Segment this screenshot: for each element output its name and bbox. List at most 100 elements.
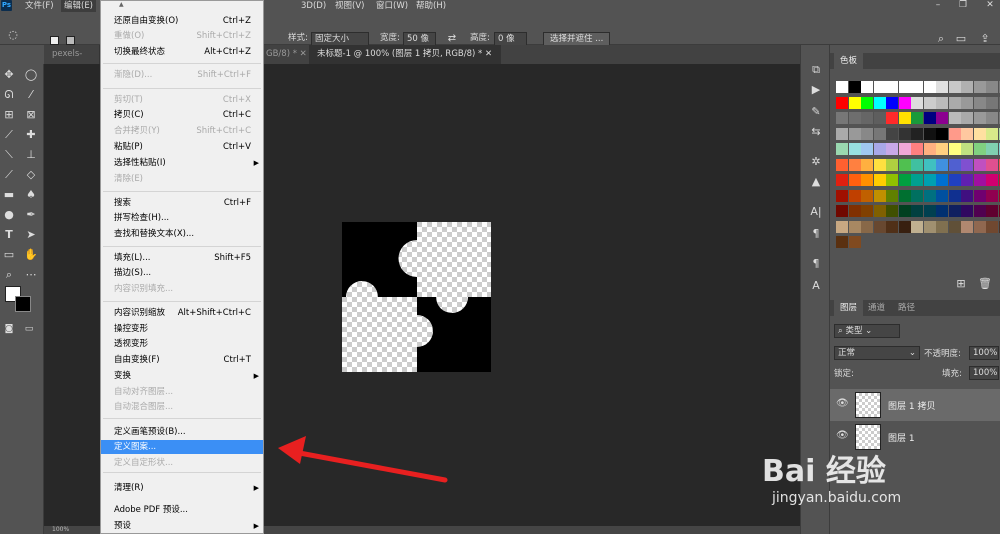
color-swatch[interactable] [936, 205, 948, 217]
color-swatch[interactable] [911, 96, 923, 109]
color-swatch[interactable] [886, 174, 898, 186]
menu-item[interactable]: 清理(R) ▶ [101, 481, 263, 495]
character-style-icon[interactable]: A [809, 279, 823, 293]
color-swatch[interactable] [973, 158, 986, 171]
color-swatch[interactable] [861, 112, 873, 124]
color-swatch[interactable] [936, 189, 948, 202]
menu-item[interactable]: 还原自由变换(O) Ctrl+Z [101, 14, 263, 28]
minimize-button[interactable]: – [930, 0, 946, 12]
color-swatch[interactable] [898, 220, 911, 233]
color-swatch[interactable] [948, 205, 961, 217]
quick-select-icon[interactable]: ⁄ [24, 88, 38, 102]
color-swatch[interactable] [986, 174, 998, 186]
fill-field[interactable]: 100% [969, 366, 999, 380]
crop-tool-icon[interactable]: ⊞ [2, 108, 16, 122]
color-swatch[interactable] [936, 220, 948, 233]
color-swatch[interactable] [911, 174, 923, 186]
menu-item[interactable]: 查找和替换文本(X)... [101, 227, 263, 241]
clone-stamp-icon[interactable]: ⊥ [24, 148, 38, 162]
color-swatch[interactable] [923, 205, 936, 217]
add-selection-icon[interactable] [66, 36, 75, 45]
color-swatch[interactable] [848, 96, 861, 109]
delete-swatch-icon[interactable]: 🗑 [978, 277, 992, 291]
color-swatch[interactable] [873, 174, 886, 186]
color-swatch[interactable] [886, 96, 898, 109]
color-swatch[interactable] [836, 189, 848, 202]
color-swatch[interactable] [923, 189, 936, 202]
color-swatch[interactable] [873, 112, 886, 124]
actions-panel-icon[interactable]: ▶ [809, 83, 823, 97]
color-swatch[interactable] [911, 189, 923, 202]
color-swatch[interactable] [986, 189, 998, 202]
eraser-icon[interactable]: ◇ [24, 168, 38, 182]
color-swatch[interactable] [873, 220, 886, 233]
color-swatch[interactable] [948, 158, 961, 171]
menu-item[interactable]: 自由变换(F) Ctrl+T [101, 353, 263, 367]
menu-window[interactable]: 窗口(W) [373, 0, 411, 12]
tab-second-doc[interactable]: GB/8) * ✕ [258, 45, 316, 64]
color-swatch[interactable] [961, 158, 973, 171]
color-swatch[interactable] [873, 205, 886, 217]
menu-item[interactable]: 切换最终状态 Alt+Ctrl+Z [101, 45, 263, 59]
visibility-eye-icon[interactable]: 👁 [836, 430, 849, 441]
color-swatch[interactable] [848, 143, 861, 155]
color-swatch[interactable] [911, 220, 923, 233]
color-swatch[interactable] [973, 127, 986, 140]
color-swatch[interactable] [873, 96, 886, 109]
color-swatch[interactable] [986, 220, 998, 233]
menu-file[interactable]: 文件(F) [22, 0, 57, 12]
tab-layers[interactable]: 图层 [834, 300, 864, 316]
color-swatch[interactable] [886, 220, 898, 233]
workspace-icon[interactable]: ▭ [954, 32, 968, 46]
color-swatch[interactable] [986, 96, 998, 109]
color-swatch[interactable] [848, 205, 861, 217]
color-swatch[interactable] [836, 158, 848, 171]
color-swatch[interactable] [923, 127, 936, 140]
character-icon[interactable]: A| [809, 205, 823, 219]
color-swatch[interactable] [923, 143, 936, 155]
menu-item[interactable]: 内容识别缩放 Alt+Shift+Ctrl+C [101, 306, 263, 320]
pen-tool-icon[interactable]: ✒ [24, 208, 38, 222]
dodge-tool-icon[interactable]: ● [2, 208, 16, 222]
menu-edit[interactable]: 编辑(E) [61, 0, 97, 12]
color-swatch[interactable] [886, 127, 898, 140]
color-swatch[interactable] [948, 189, 961, 202]
color-swatch[interactable] [861, 81, 873, 93]
color-swatch[interactable] [973, 189, 986, 202]
histogram-icon[interactable]: ▲ [809, 175, 823, 189]
menu-item[interactable]: Adobe PDF 预设... [101, 503, 263, 517]
healing-brush-icon[interactable]: ✚ [24, 128, 38, 142]
color-swatch[interactable] [898, 96, 911, 109]
gradient-tool-icon[interactable]: ▬ [2, 188, 16, 202]
color-swatch[interactable] [898, 158, 911, 171]
document-canvas[interactable] [342, 222, 491, 372]
color-swatch[interactable] [973, 112, 986, 124]
paragraph-style-icon[interactable]: ¶ [809, 257, 823, 271]
color-swatch[interactable] [911, 112, 923, 124]
color-swatch[interactable] [873, 143, 886, 155]
opacity-field[interactable]: 100% [969, 346, 999, 360]
color-swatch[interactable] [911, 127, 923, 140]
color-swatch[interactable] [973, 81, 986, 93]
restore-button[interactable]: ❐ [955, 0, 971, 12]
color-swatch[interactable] [886, 205, 898, 217]
color-swatch[interactable] [836, 174, 848, 186]
visibility-eye-icon[interactable]: 👁 [836, 398, 849, 409]
close-window-button[interactable]: ✕ [982, 0, 998, 12]
width-field[interactable]: 50 像素 [403, 32, 436, 56]
menu-item[interactable]: 预设 ▶ [101, 519, 263, 533]
color-swatch[interactable] [873, 158, 886, 171]
color-swatch[interactable] [973, 174, 986, 186]
menu-3d[interactable]: 3D(D) [298, 0, 329, 12]
color-swatch[interactable] [861, 127, 873, 140]
menu-item[interactable]: 拷贝(C) Ctrl+C [101, 108, 263, 122]
marquee-tool-icon[interactable]: ◯ [24, 68, 38, 82]
color-swatch[interactable] [973, 205, 986, 217]
color-swatch[interactable] [848, 158, 861, 171]
new-swatch-icon[interactable]: ⊞ [954, 277, 968, 291]
color-swatch[interactable] [898, 143, 911, 155]
history-brush-icon[interactable]: ⟋ [2, 168, 16, 182]
color-swatch[interactable] [961, 174, 973, 186]
color-swatch[interactable] [898, 81, 911, 93]
color-swatch[interactable] [986, 205, 998, 217]
